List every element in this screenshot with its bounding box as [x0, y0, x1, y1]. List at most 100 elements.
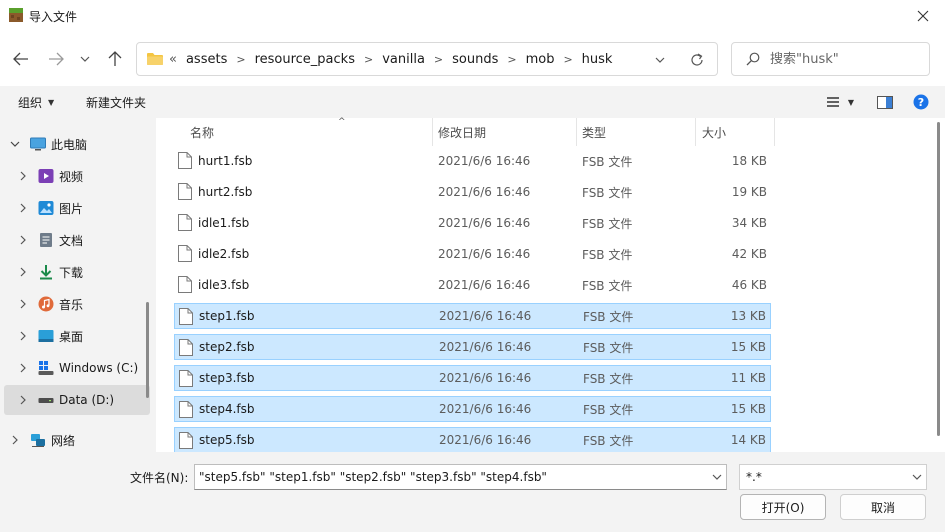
column-divider[interactable] [695, 118, 696, 146]
column-header-size[interactable]: 大小 [702, 118, 772, 146]
chevron-right-icon[interactable] [18, 235, 28, 245]
file-type-filter-select[interactable]: *.* [739, 464, 927, 490]
filename-value[interactable]: "step5.fsb" "step1.fsb" "step2.fsb" "ste… [199, 470, 547, 484]
file-list-scrollbar-thumb[interactable] [937, 122, 940, 436]
file-date: 2021/6/6 16:46 [439, 309, 532, 323]
open-button[interactable]: 打开(O) [740, 494, 826, 520]
breadcrumb-vanilla[interactable]: vanilla [382, 52, 425, 67]
file-row[interactable]: idle1.fsb 2021/6/6 16:46 FSB 文件 34 KB [174, 210, 771, 236]
sidebar-item-windows-c[interactable]: Windows (C:) [0, 353, 150, 383]
file-row[interactable]: idle2.fsb 2021/6/6 16:46 FSB 文件 42 KB [174, 241, 771, 267]
forward-button[interactable] [43, 46, 69, 72]
sidebar-item-documents[interactable]: 文档 [0, 225, 150, 255]
chevron-right-icon[interactable] [18, 363, 28, 373]
sidebar-item-desktop[interactable]: 桌面 [0, 321, 150, 351]
chevron-right-icon[interactable] [10, 435, 20, 445]
file-list-scrollbar[interactable] [931, 118, 945, 452]
breadcrumb-separator-icon[interactable]: > [563, 53, 572, 66]
file-size: 18 KB [731, 154, 767, 168]
chevron-right-icon[interactable] [18, 171, 28, 181]
file-row[interactable]: hurt2.fsb 2021/6/6 16:46 FSB 文件 19 KB [174, 179, 771, 205]
sidebar-item-downloads[interactable]: 下载 [0, 257, 150, 287]
file-size: 42 KB [731, 247, 767, 261]
column-size-label: 大小 [702, 125, 727, 140]
column-header-type[interactable]: 类型 [582, 118, 694, 146]
chevron-right-icon[interactable] [18, 331, 28, 341]
column-date-label: 修改日期 [438, 125, 487, 140]
breadcrumb-separator-icon[interactable]: > [434, 53, 443, 66]
breadcrumb-sounds[interactable]: sounds [452, 52, 498, 67]
file-row[interactable]: step2.fsb 2021/6/6 16:46 FSB 文件 15 KB [174, 334, 771, 360]
file-row[interactable]: idle3.fsb 2021/6/6 16:46 FSB 文件 46 KB [174, 272, 771, 298]
sidebar-item-network[interactable]: 网络 [0, 425, 150, 455]
file-row[interactable]: step1.fsb 2021/6/6 16:46 FSB 文件 13 KB [174, 303, 771, 329]
arrow-left-icon [13, 52, 28, 66]
chevron-right-icon[interactable] [18, 395, 28, 405]
chevron-right-icon[interactable] [18, 267, 28, 277]
up-button[interactable] [102, 46, 128, 72]
refresh-button[interactable] [687, 50, 707, 70]
search-box[interactable] [731, 42, 930, 76]
file-date: 2021/6/6 16:46 [438, 278, 531, 292]
column-divider[interactable] [576, 118, 577, 146]
file-row[interactable]: step4.fsb 2021/6/6 16:46 FSB 文件 15 KB [174, 396, 771, 422]
breadcrumb-husk[interactable]: husk [582, 52, 613, 67]
breadcrumb-assets[interactable]: assets [186, 52, 227, 67]
chevron-down-icon[interactable] [712, 470, 722, 484]
filter-value: *.* [746, 470, 762, 484]
column-header-date[interactable]: 修改日期 [438, 118, 574, 146]
file-row[interactable]: hurt1.fsb 2021/6/6 16:46 FSB 文件 18 KB [174, 148, 771, 174]
file-type: FSB 文件 [582, 247, 633, 262]
address-bar[interactable]: « assets > resource_packs > vanilla > so… [136, 42, 718, 76]
sidebar-item-label: 下载 [59, 265, 84, 280]
breadcrumb-overflow[interactable]: « [169, 52, 177, 67]
file-date: 2021/6/6 16:46 [438, 247, 531, 261]
breadcrumb-mob[interactable]: mob [526, 52, 555, 67]
column-header-name[interactable]: 名称 ^ [190, 117, 430, 146]
column-divider[interactable] [774, 118, 775, 146]
file-date: 2021/6/6 16:46 [439, 371, 532, 385]
file-row[interactable]: step3.fsb 2021/6/6 16:46 FSB 文件 11 KB [174, 365, 771, 391]
breadcrumb-separator-icon[interactable]: > [507, 53, 516, 66]
breadcrumb-separator-icon[interactable]: > [236, 53, 245, 66]
sidebar-item-this-pc[interactable]: 此电脑 [0, 129, 150, 159]
breadcrumb: « assets > resource_packs > vanilla > so… [169, 43, 612, 75]
file-icon [179, 401, 193, 418]
filename-input[interactable]: "step5.fsb" "step1.fsb" "step2.fsb" "ste… [194, 464, 727, 490]
file-row[interactable]: step5.fsb 2021/6/6 16:46 FSB 文件 14 KB [174, 427, 771, 453]
file-size: 46 KB [731, 278, 767, 292]
chevron-right-icon[interactable] [18, 203, 28, 213]
file-date: 2021/6/6 16:46 [438, 185, 531, 199]
file-date: 2021/6/6 16:46 [438, 154, 531, 168]
new-folder-button[interactable]: 新建文件夹 [86, 94, 146, 111]
sort-ascending-icon: ^ [338, 117, 346, 127]
change-view-button[interactable]: ▼ [820, 93, 860, 111]
arrow-right-icon [49, 52, 64, 66]
sidebar-item-music[interactable]: 音乐 [0, 289, 150, 319]
sidebar-scrollbar-thumb[interactable] [146, 302, 149, 398]
organize-menu-button[interactable]: 组织 ▼ [18, 94, 54, 111]
help-button[interactable]: ? [910, 93, 932, 111]
file-icon [178, 214, 192, 231]
chevron-right-icon[interactable] [18, 299, 28, 309]
sidebar-item-data-d[interactable]: Data (D:) [4, 385, 150, 415]
preview-pane-button[interactable] [874, 93, 896, 111]
sidebar-item-pictures[interactable]: 图片 [0, 193, 150, 223]
recent-locations-button[interactable] [73, 46, 97, 72]
column-divider[interactable] [432, 118, 433, 146]
file-name: step5.fsb [199, 433, 255, 447]
chevron-down-icon[interactable] [10, 139, 20, 149]
file-name: step1.fsb [199, 309, 255, 323]
file-name-bar: 文件名(N): "step5.fsb" "step1.fsb" "step2.f… [0, 452, 945, 532]
file-type: FSB 文件 [583, 309, 634, 324]
back-button[interactable] [8, 46, 34, 72]
preview-pane-icon [877, 95, 893, 109]
breadcrumb-separator-icon[interactable]: > [364, 53, 373, 66]
file-list: 名称 ^ 修改日期 类型 大小 hurt1.fsb 2021/6/6 16:46 F… [156, 117, 945, 453]
cancel-button[interactable]: 取消 [840, 494, 926, 520]
search-input[interactable] [770, 49, 920, 69]
breadcrumb-resource-packs[interactable]: resource_packs [255, 52, 355, 67]
sidebar-item-videos[interactable]: 视频 [0, 161, 150, 191]
address-history-button[interactable] [651, 51, 669, 69]
close-button[interactable] [901, 0, 945, 32]
